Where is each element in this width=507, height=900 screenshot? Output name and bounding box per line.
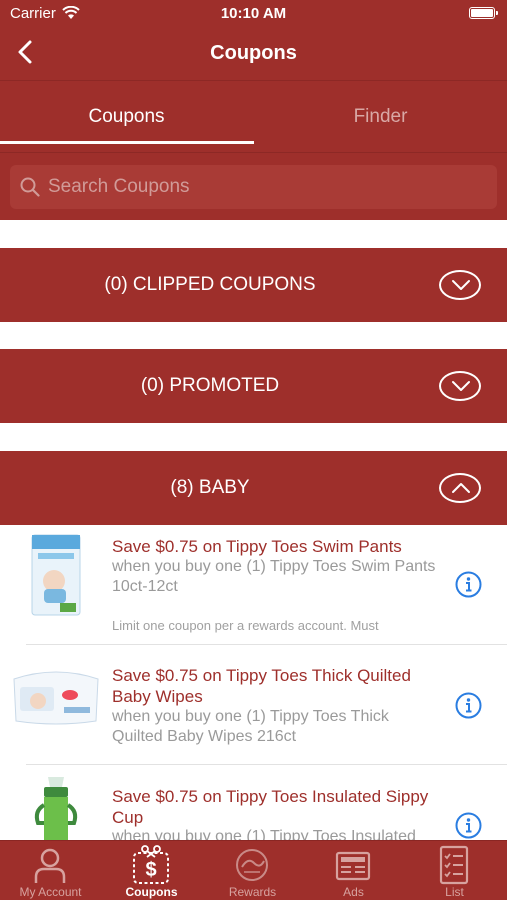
tab-label: List: [445, 885, 464, 899]
tab-ads[interactable]: Ads: [303, 841, 404, 900]
swim-pants-product-image: [31, 534, 81, 616]
info-icon[interactable]: [455, 692, 482, 719]
active-tab-indicator: [0, 141, 254, 144]
search-box[interactable]: [10, 165, 497, 209]
chevron-up-icon[interactable]: [439, 473, 481, 503]
tab-label: Coupons: [125, 885, 178, 899]
section-label: (8) BABY: [170, 477, 250, 498]
status-bar: Carrier 10:10 AM: [0, 0, 507, 28]
tab-finder[interactable]: Finder: [254, 81, 507, 153]
info-icon[interactable]: [455, 571, 482, 598]
coupon-item[interactable]: Save $0.75 on Tippy Toes Thick Quilted B…: [0, 645, 507, 765]
coupon-description: when you buy one (1) Tippy Toes Thick Qu…: [112, 708, 389, 745]
baby-wipes-product-image: [13, 671, 99, 725]
tab-label: Ads: [343, 885, 364, 899]
newspaper-icon: [335, 851, 371, 881]
coupon-title: Save $0.75 on Tippy Toes Insulated Sippy…: [112, 787, 429, 827]
rewards-logo-icon: [236, 849, 268, 881]
search-icon: [20, 177, 40, 197]
tab-label: Rewards: [228, 885, 277, 899]
tab-rewards[interactable]: Rewards: [202, 841, 303, 900]
coupon-item[interactable]: Save $0.75 on Tippy Toes Swim Pants when…: [0, 525, 507, 645]
section-baby[interactable]: (8) BABY: [0, 451, 507, 525]
section-label: (0) PROMOTED: [140, 375, 280, 396]
page-title: Coupons: [210, 42, 297, 64]
section-clipped-coupons[interactable]: (0) CLIPPED COUPONS: [0, 248, 507, 322]
coupon-title: Save $0.75 on Tippy Toes Swim Pants: [112, 537, 402, 556]
battery-icon: [469, 7, 498, 19]
info-icon[interactable]: [455, 812, 482, 839]
section-label: (0) CLIPPED COUPONS: [104, 274, 316, 295]
search-input[interactable]: [48, 165, 488, 209]
tab-my-account[interactable]: My Account: [0, 841, 101, 900]
coupon-item[interactable]: Save $0.75 on Tippy Toes Insulated Sippy…: [0, 765, 507, 840]
sippy-cup-product-image: [34, 777, 78, 840]
tab-list[interactable]: List: [404, 841, 505, 900]
tab-label: My Account: [19, 885, 82, 899]
chevron-down-icon[interactable]: [439, 270, 481, 300]
bottom-tab-bar: My Account $ Coupons Rewards Ads List: [0, 840, 507, 900]
user-icon: [34, 848, 66, 883]
coupon-description: when you buy one (1) Tippy Toes Insulate…: [112, 828, 416, 840]
search-area: [0, 152, 507, 220]
section-promoted[interactable]: (0) PROMOTED: [0, 349, 507, 423]
checklist-icon: [439, 845, 469, 885]
coupon-limit: Limit one coupon per a rewards account. …: [112, 618, 379, 633]
chevron-down-icon[interactable]: [439, 371, 481, 401]
tab-coupons-nav[interactable]: $ Coupons: [101, 841, 202, 900]
svg-text:$: $: [145, 859, 156, 881]
scissors-coupon-icon: $: [133, 845, 169, 884]
nav-bar: Coupons: [0, 28, 507, 80]
coupon-description: when you buy one (1) Tippy Toes Swim Pan…: [112, 558, 436, 595]
status-time: 10:10 AM: [220, 5, 287, 22]
coupon-title: Save $0.75 on Tippy Toes Thick Quilted B…: [112, 666, 411, 706]
